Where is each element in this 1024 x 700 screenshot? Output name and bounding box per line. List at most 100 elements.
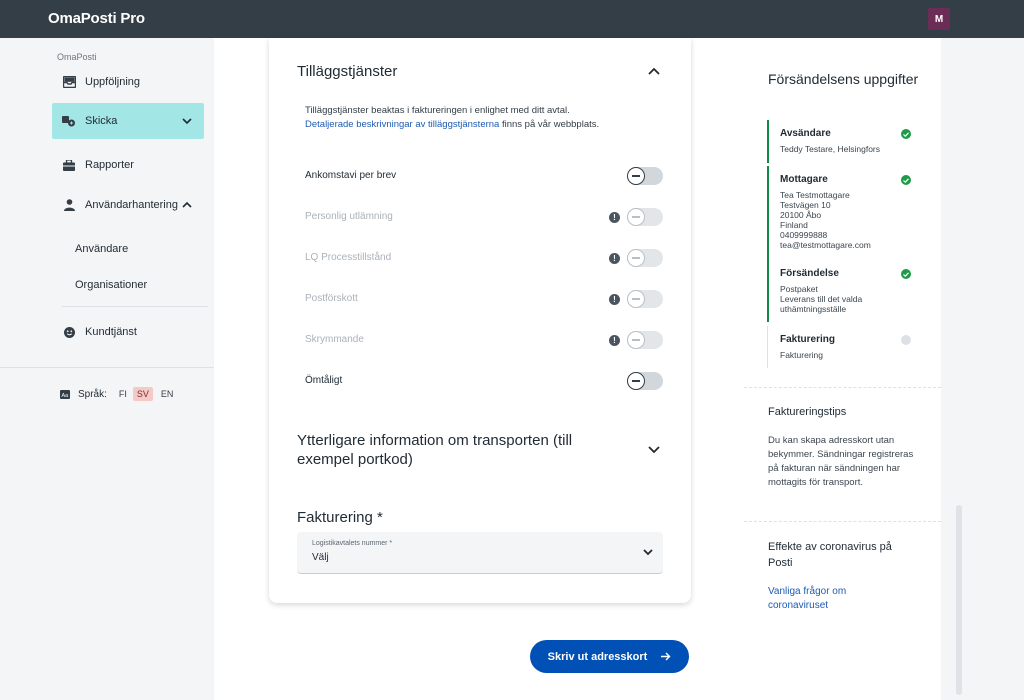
top-bar: OmaPosti Pro M (0, 0, 1024, 38)
warning-icon[interactable]: ! (609, 212, 620, 223)
chevron-up-icon (182, 201, 192, 208)
user-avatar[interactable]: M (928, 8, 950, 30)
sidebar: OmaPosti Uppföljning Skicka Rapporter An… (0, 38, 214, 700)
sidebar-item-anvandarhantering[interactable]: Användarhantering (52, 187, 204, 223)
sidebar-item-label: Rapporter (85, 159, 134, 171)
addon-toggle[interactable] (627, 372, 663, 390)
language-label: Språk: (78, 388, 107, 400)
language-option-en[interactable]: EN (161, 389, 174, 399)
sidebar-item-kundtjanst[interactable]: Kundtjänst (52, 314, 204, 350)
language-option-sv[interactable]: SV (132, 387, 153, 401)
addons-info: Tilläggstjänster beaktas i faktureringen… (305, 104, 665, 132)
warning-icon[interactable]: ! (609, 294, 620, 305)
billing-title: Fakturering * (297, 509, 383, 526)
addon-label: LQ Processtillstånd (305, 252, 392, 263)
summary-panel: Försändelsens uppgifter Avsändare Teddy … (744, 38, 941, 700)
language-icon: Aa (60, 389, 70, 399)
addon-toggle[interactable] (627, 208, 663, 226)
smiley-icon (61, 324, 77, 340)
chevron-down-icon[interactable] (646, 442, 662, 458)
send-package-icon (61, 113, 77, 129)
summary-step-recipient[interactable]: Mottagare Tea Testmottagare Testvägen 10… (767, 166, 917, 260)
panel-divider (744, 521, 941, 522)
sidebar-item-label: Uppföljning (85, 76, 141, 88)
check-icon (901, 129, 911, 139)
inbox-icon (61, 74, 77, 90)
select-label: Logistikavtalets nummer * (312, 540, 393, 547)
step-line: Fakturering (780, 350, 823, 360)
sidebar-section-label: OmaPosti (57, 52, 97, 62)
corona-faq-link[interactable]: Vanliga frågor om coronaviruset (768, 585, 908, 613)
step-title: Mottagare (780, 174, 828, 185)
addon-label: Skrymmande (305, 334, 364, 345)
addon-row: Personlig utlämning ! (305, 207, 663, 229)
addon-row: Ankomstavi per brev (305, 166, 663, 188)
addons-info-text: Tilläggstjänster beaktas i faktureringen… (305, 105, 570, 116)
check-icon (901, 269, 911, 279)
sidebar-item-skicka[interactable]: Skicka (52, 103, 204, 139)
addon-toggle[interactable] (627, 249, 663, 267)
summary-step-shipment[interactable]: Försändelse Postpaket Leverans till det … (767, 260, 917, 322)
panel-divider (744, 387, 941, 388)
addon-label: Postförskott (305, 293, 358, 304)
sidebar-item-rapporter[interactable]: Rapporter (52, 147, 204, 183)
addons-info-suffix: finns på vår webbplats. (499, 119, 600, 130)
check-icon (901, 175, 911, 185)
step-title: Fakturering (780, 334, 836, 345)
step-line: Teddy Testare, Helsingfors (780, 144, 881, 154)
step-line: 0409999888 (780, 230, 828, 240)
step-line: Postpaket (780, 284, 818, 294)
sidebar-item-uppfoljning[interactable]: Uppföljning (52, 64, 204, 100)
sidebar-divider (0, 367, 214, 368)
step-line: 20100 Åbo (780, 210, 822, 220)
addons-info-link[interactable]: Detaljerade beskrivningar av tilläggstjä… (305, 119, 499, 130)
step-line: Testvägen 10 (780, 200, 831, 210)
summary-step-billing[interactable]: Fakturering Fakturering (767, 326, 917, 368)
brand-logo[interactable]: OmaPosti Pro (48, 10, 145, 27)
addon-row: Postförskott ! (305, 289, 663, 311)
billing-tips-title: Faktureringstips (768, 406, 847, 418)
svg-text:Aa: Aa (62, 393, 70, 399)
addon-label: Ankomstavi per brev (305, 170, 397, 181)
addons-title: Tilläggstjänster (297, 63, 398, 80)
form-card: Tilläggstjänster Tilläggstjänster beakta… (269, 38, 691, 603)
warning-icon[interactable]: ! (609, 253, 620, 264)
addon-toggle[interactable] (627, 167, 663, 185)
addon-label: Personlig utlämning (305, 211, 393, 222)
chevron-down-icon (182, 118, 192, 125)
select-value: Välj (312, 552, 329, 563)
person-icon (61, 197, 77, 213)
addon-toggle[interactable] (627, 331, 663, 349)
language-option-fi[interactable]: FI (119, 389, 127, 399)
step-line: tea@testmottagare.com (780, 240, 871, 250)
step-title: Försändelse (780, 268, 839, 279)
contract-number-select[interactable]: Logistikavtalets nummer * Välj (297, 532, 663, 574)
addon-toggle[interactable] (627, 290, 663, 308)
chevron-up-icon[interactable] (646, 63, 662, 79)
language-selector: Aa Språk: FI SV EN (60, 387, 173, 401)
sidebar-subitem-organisationer[interactable]: Organisationer (75, 279, 147, 291)
warning-icon[interactable]: ! (609, 335, 620, 346)
sidebar-divider (62, 306, 208, 307)
addon-label: Ömtåligt (305, 375, 343, 386)
addon-row: LQ Processtillstånd ! (305, 248, 663, 270)
billing-tips-text: Du kan skapa adresskort utan bekymmer. S… (768, 435, 914, 488)
extra-info-title[interactable]: Ytterligare information om transporten (… (297, 431, 617, 469)
sidebar-item-label: Användarhantering (85, 199, 178, 211)
print-button-label: Skriv ut adresskort (547, 650, 648, 663)
step-title: Avsändare (780, 128, 831, 139)
step-line: Tea Testmottagare (780, 190, 850, 200)
sidebar-item-label: Kundtjänst (85, 326, 137, 338)
scrollbar-thumb[interactable] (956, 505, 962, 695)
addon-row: Skrymmande ! (305, 330, 663, 352)
step-line: Finland (780, 220, 808, 230)
addon-row: Ömtåligt (305, 371, 663, 393)
check-icon (901, 335, 911, 345)
print-address-card-button[interactable]: Skriv ut adresskort (530, 640, 689, 673)
corona-title: Effekte av coronavirus på Posti (768, 541, 892, 569)
summary-step-sender[interactable]: Avsändare Teddy Testare, Helsingfors (767, 120, 917, 163)
step-line: Leverans till det valda (780, 294, 863, 304)
summary-title: Försändelsens uppgifter (768, 71, 919, 87)
sidebar-subitem-anvandare[interactable]: Användare (75, 243, 128, 255)
briefcase-icon (61, 157, 77, 173)
